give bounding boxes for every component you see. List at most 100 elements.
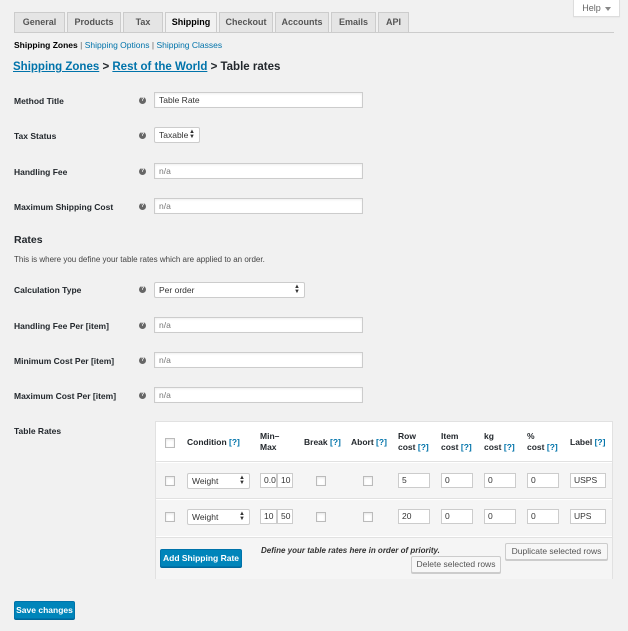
page-title: Table rates [220, 61, 281, 73]
min-cost-per-input[interactable] [154, 352, 363, 368]
help-tip-icon[interactable]: ? [139, 132, 146, 139]
table-row: Weight ▲ ▼ 0.0 10 5 0 0 0 USPS [156, 463, 612, 499]
max-input[interactable]: 10 [277, 473, 293, 488]
max-cost-per-input[interactable] [154, 387, 363, 403]
tab-general[interactable]: General [14, 12, 65, 33]
subnav-separator: | [151, 40, 155, 50]
handling-fee-per-label: Handling Fee Per [item] [14, 321, 109, 331]
min-input[interactable]: 10 [260, 509, 277, 524]
min-cost-per-label: Minimum Cost Per [item] [14, 356, 115, 366]
max-input[interactable]: 50 [277, 509, 293, 524]
condition-select[interactable]: Weight ▲ ▼ [187, 473, 250, 489]
table-footer: Add Shipping Rate Define your table rate… [156, 537, 612, 579]
row-cost-input[interactable]: 5 [398, 473, 430, 488]
table-rates-label: Table Rates [14, 426, 62, 436]
breadcrumb-shipping-zones[interactable]: Shipping Zones [13, 61, 99, 73]
chevron-down-icon [604, 6, 611, 11]
subnav-shipping-options[interactable]: Shipping Options [85, 40, 150, 50]
rates-heading: Rates [14, 234, 43, 246]
tax-status-value: Taxable [159, 130, 189, 140]
method-title-label: Method Title [14, 96, 64, 106]
select-arrows-icon: ▲ ▼ [294, 284, 300, 295]
column-row-cost: Row cost [?] [398, 431, 429, 452]
percent-cost-input[interactable]: 0 [527, 473, 559, 488]
calculation-type-label: Calculation Type [14, 285, 82, 295]
break-checkbox[interactable] [316, 512, 326, 522]
item-cost-input[interactable]: 0 [441, 473, 473, 488]
tax-status-label: Tax Status [14, 131, 57, 141]
tax-status-select[interactable]: Taxable ▲ ▼ [154, 127, 200, 143]
shipping-subnav: Shipping Zones | Shipping Options | Ship… [14, 40, 222, 50]
breadcrumb-separator: > [102, 61, 110, 73]
handling-fee-label: Handling Fee [14, 167, 68, 177]
abort-help-link[interactable]: [?] [376, 437, 387, 447]
item-cost-help-link[interactable]: [?] [461, 442, 472, 452]
select-arrows-icon: ▲ ▼ [239, 475, 245, 486]
row-cost-help-link[interactable]: [?] [418, 442, 429, 452]
subnav-shipping-zones[interactable]: Shipping Zones [14, 40, 78, 50]
add-shipping-rate-button[interactable]: Add Shipping Rate [160, 549, 242, 567]
percent-cost-help-link[interactable]: [?] [547, 442, 558, 452]
calculation-type-select[interactable]: Per order ▲ ▼ [154, 282, 305, 298]
row-checkbox[interactable] [165, 476, 175, 486]
select-all-checkbox[interactable] [165, 438, 175, 448]
table-header: Condition [?] Min– Max Break [?] Abort [?… [156, 422, 612, 462]
delete-rows-button[interactable]: Delete selected rows [411, 556, 501, 573]
tab-emails[interactable]: Emails [331, 12, 376, 33]
subnav-shipping-classes[interactable]: Shipping Classes [156, 40, 222, 50]
save-changes-button[interactable]: Save changes [14, 601, 75, 619]
tab-accounts[interactable]: Accounts [275, 12, 329, 33]
help-tip-icon[interactable]: ? [139, 97, 146, 104]
row-checkbox[interactable] [165, 512, 175, 522]
settings-tabs: General Products Tax Shipping Checkout A… [14, 12, 614, 33]
break-checkbox[interactable] [316, 476, 326, 486]
select-arrows-icon: ▲ ▼ [189, 129, 195, 140]
breadcrumb-separator: > [210, 61, 218, 73]
help-tip-icon[interactable]: ? [139, 322, 146, 329]
tab-shipping[interactable]: Shipping [165, 12, 217, 33]
column-item-cost: Item cost [?] [441, 431, 472, 452]
column-kg-cost: kg cost [?] [484, 431, 515, 452]
breadcrumb-zone[interactable]: Rest of the World [112, 61, 207, 73]
help-tip-icon[interactable]: ? [139, 392, 146, 399]
percent-cost-input[interactable]: 0 [527, 509, 559, 524]
abort-checkbox[interactable] [363, 476, 373, 486]
column-break: Break [?] [304, 437, 341, 447]
help-tip-icon[interactable]: ? [139, 168, 146, 175]
tab-tax[interactable]: Tax [123, 12, 163, 33]
table-rates-table: Condition [?] Min– Max Break [?] Abort [?… [155, 421, 613, 579]
method-title-input[interactable] [154, 92, 363, 108]
abort-checkbox[interactable] [363, 512, 373, 522]
column-percent-cost: % cost [?] [527, 431, 558, 452]
kg-cost-help-link[interactable]: [?] [504, 442, 515, 452]
column-condition: Condition [?] [187, 437, 240, 447]
label-input[interactable]: USPS [570, 473, 606, 488]
tab-checkout[interactable]: Checkout [219, 12, 273, 33]
column-min-max: Min– Max [260, 431, 280, 452]
handling-fee-per-input[interactable] [154, 317, 363, 333]
help-tip-icon[interactable]: ? [139, 286, 146, 293]
help-tip-icon[interactable]: ? [139, 203, 146, 210]
table-rates-note: Define your table rates here in order of… [261, 546, 440, 555]
condition-select[interactable]: Weight ▲ ▼ [187, 509, 250, 525]
min-input[interactable]: 0.0 [260, 473, 277, 488]
condition-help-link[interactable]: [?] [229, 437, 240, 447]
select-arrows-icon: ▲ ▼ [239, 511, 245, 522]
label-help-link[interactable]: [?] [595, 437, 606, 447]
item-cost-input[interactable]: 0 [441, 509, 473, 524]
column-abort: Abort [?] [351, 437, 387, 447]
kg-cost-input[interactable]: 0 [484, 473, 516, 488]
label-input[interactable]: UPS [570, 509, 606, 524]
calculation-type-value: Per order [159, 285, 195, 295]
table-row: Weight ▲ ▼ 10 50 20 0 0 0 UPS [156, 500, 612, 536]
kg-cost-input[interactable]: 0 [484, 509, 516, 524]
subnav-separator: | [80, 40, 83, 50]
help-tip-icon[interactable]: ? [139, 357, 146, 364]
break-help-link[interactable]: [?] [330, 437, 341, 447]
handling-fee-input[interactable] [154, 163, 363, 179]
duplicate-rows-button[interactable]: Duplicate selected rows [505, 543, 608, 560]
max-shipping-cost-input[interactable] [154, 198, 363, 214]
row-cost-input[interactable]: 20 [398, 509, 430, 524]
tab-products[interactable]: Products [67, 12, 121, 33]
tab-api[interactable]: API [378, 12, 409, 33]
